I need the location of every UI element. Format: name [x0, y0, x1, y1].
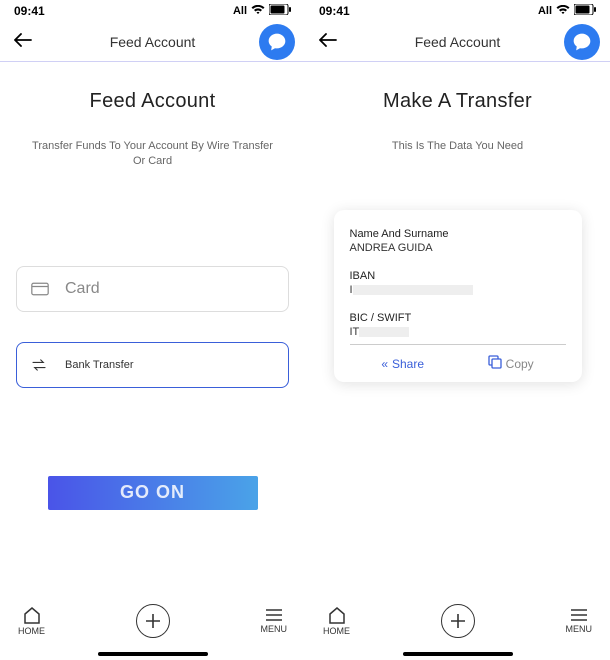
info-name: Name And Surname ANDREA GUIDA [350, 228, 566, 254]
share-label: Share [392, 357, 424, 371]
nav-menu[interactable]: MENU [261, 608, 288, 634]
copy-label: Copy [506, 357, 534, 371]
option-card[interactable]: Card [16, 266, 289, 312]
copy-icon [488, 355, 502, 372]
menu-icon [265, 608, 283, 622]
page-title: Make A Transfer [321, 90, 594, 113]
menu-icon [570, 608, 588, 622]
bic-label: BIC / SWIFT [350, 312, 566, 324]
carrier: All [538, 5, 552, 17]
bic-value: IT [350, 326, 566, 338]
page-subtitle: This Is The Data You Need [321, 139, 594, 154]
nav-home[interactable]: HOME [323, 606, 350, 636]
card-icon [31, 282, 57, 296]
screen-feed-account: 09:41 All Feed Account Feed Account Tran… [0, 0, 305, 660]
option-bank-label: Bank Transfer [65, 359, 133, 371]
status-time: 09:41 [14, 4, 45, 18]
carrier: All [233, 5, 247, 17]
info-iban: IBAN I [350, 270, 566, 296]
iban-value: I [350, 284, 566, 296]
back-button[interactable] [10, 26, 36, 57]
card-actions: « Share Copy [350, 353, 566, 372]
screen-make-transfer: 09:41 All Feed Account Make A Transfer T… [305, 0, 610, 660]
nav-menu-label: MENU [261, 624, 288, 634]
bottom-nav: HOME MENU [305, 590, 610, 660]
home-indicator [403, 652, 513, 656]
status-right: All [538, 4, 596, 18]
name-value: ANDREA GUIDA [350, 242, 566, 254]
nav-add-button[interactable] [136, 604, 170, 638]
nav-title: Feed Account [415, 34, 501, 50]
nav-home[interactable]: HOME [18, 606, 45, 636]
iban-label: IBAN [350, 270, 566, 282]
page-subtitle: Transfer Funds To Your Account By Wire T… [16, 139, 289, 170]
option-card-label: Card [65, 280, 100, 298]
option-bank-transfer[interactable]: Bank Transfer [16, 342, 289, 388]
home-icon [327, 606, 347, 624]
go-on-button[interactable]: GO ON [48, 476, 258, 510]
status-right: All [233, 4, 291, 18]
status-bar: 09:41 All [0, 0, 305, 22]
battery-icon [269, 4, 291, 18]
nav-title: Feed Account [110, 34, 196, 50]
chat-button[interactable] [259, 24, 295, 60]
share-button[interactable]: « Share [381, 357, 424, 371]
transfer-info-card: Name And Surname ANDREA GUIDA IBAN I BIC… [334, 210, 582, 382]
home-indicator [98, 652, 208, 656]
status-time: 09:41 [319, 4, 350, 18]
content: Feed Account Transfer Funds To Your Acco… [0, 62, 305, 660]
transfer-icon [31, 359, 57, 371]
back-button[interactable] [315, 26, 341, 57]
wifi-icon [251, 5, 265, 18]
info-bic: BIC / SWIFT IT [350, 312, 566, 338]
page-title: Feed Account [16, 90, 289, 113]
name-label: Name And Surname [350, 228, 566, 240]
battery-icon [574, 4, 596, 18]
nav-add-button[interactable] [441, 604, 475, 638]
plus-icon [450, 613, 466, 629]
nav-bar: Feed Account [305, 22, 610, 62]
content: Make A Transfer This Is The Data You Nee… [305, 62, 610, 660]
plus-icon [145, 613, 161, 629]
share-icon: « [381, 357, 388, 371]
home-icon [22, 606, 42, 624]
status-bar: 09:41 All [305, 0, 610, 22]
nav-menu[interactable]: MENU [566, 608, 593, 634]
chat-button[interactable] [564, 24, 600, 60]
divider [350, 344, 566, 345]
nav-bar: Feed Account [0, 22, 305, 62]
nav-home-label: HOME [323, 626, 350, 636]
nav-home-label: HOME [18, 626, 45, 636]
bottom-nav: HOME MENU [0, 590, 305, 660]
wifi-icon [556, 5, 570, 18]
nav-menu-label: MENU [566, 624, 593, 634]
go-on-label: GO ON [120, 482, 185, 503]
copy-button[interactable]: Copy [488, 355, 534, 372]
